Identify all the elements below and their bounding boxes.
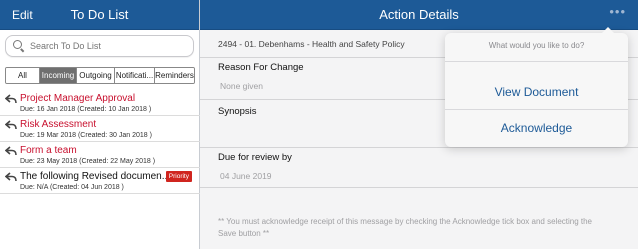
list-item[interactable]: The following Revised documen... Priorit… [0,168,200,194]
reply-icon [5,172,17,182]
item-title: The following Revised documen... [20,171,171,182]
divider [445,61,628,62]
item-meta: Due: 23 May 2018 (Created: 22 May 2018 ) [20,158,156,165]
reason-label: Reason For Change [218,62,304,73]
due-row: Due for review by 04 June 2019 [200,148,638,188]
action-details-title: Action Details [379,7,459,22]
right-nav-bar: Action Details ••• [200,0,638,30]
reply-icon [5,120,17,130]
filter-notifications[interactable]: Notificati... [115,68,155,83]
item-title: Project Manager Approval [20,93,136,104]
item-meta: Due: 19 Mar 2018 (Created: 30 Jan 2018 ) [20,132,152,139]
document-reference: 2494 - 01. Debenhams - Health and Safety… [218,39,405,49]
more-options-icon[interactable]: ••• [609,4,626,19]
search-field[interactable] [5,35,194,57]
reply-icon [5,94,17,104]
filter-reminders[interactable]: Reminders [155,68,194,83]
filter-segmented-control: All Incoming Outgoing Notificati... Remi… [5,67,195,84]
acknowledge-button[interactable]: Acknowledge [445,121,628,135]
synopsis-label: Synopsis [218,106,257,117]
search-input[interactable] [30,41,190,51]
reason-value: None given [220,81,264,91]
item-title: Risk Assessment [20,119,97,130]
item-meta: Due: 16 Jan 2018 (Created: 10 Jan 2018 ) [20,106,152,113]
divider [445,109,628,110]
priority-badge: Priority [165,171,192,182]
list-item[interactable]: Form a team Due: 23 May 2018 (Created: 2… [0,142,200,168]
list-item[interactable]: Project Manager Approval Due: 16 Jan 201… [0,90,200,116]
search-icon [12,39,26,53]
due-label: Due for review by [218,152,292,163]
filter-label: All [18,71,27,80]
popover-title: What would you like to do? [488,41,585,50]
filter-label: Incoming [41,71,75,80]
filter-label: Notificati... [115,71,154,80]
reply-icon [5,146,17,156]
filter-outgoing[interactable]: Outgoing [77,68,115,83]
item-title: Form a team [20,145,77,156]
filter-incoming[interactable]: Incoming [40,68,77,83]
due-value: 04 June 2019 [220,171,272,181]
todo-list-title: To Do List [70,7,129,22]
left-nav-bar: Edit To Do List [0,0,199,30]
acknowledge-note: ** You must acknowledge receipt of this … [218,217,593,238]
filter-label: Reminders [155,71,194,80]
action-popover: What would you like to do? View Document… [445,27,628,147]
list-item[interactable]: Risk Assessment Due: 19 Mar 2018 (Create… [0,116,200,142]
filter-all[interactable]: All [6,68,40,83]
todo-list: Project Manager Approval Due: 16 Jan 201… [0,90,200,194]
filter-label: Outgoing [79,71,112,80]
view-document-button[interactable]: View Document [445,85,628,99]
todo-list-pane: Edit To Do List All Incoming Outgoing No… [0,0,200,249]
item-meta: Due: N/A (Created: 04 Jun 2018 ) [20,184,124,191]
